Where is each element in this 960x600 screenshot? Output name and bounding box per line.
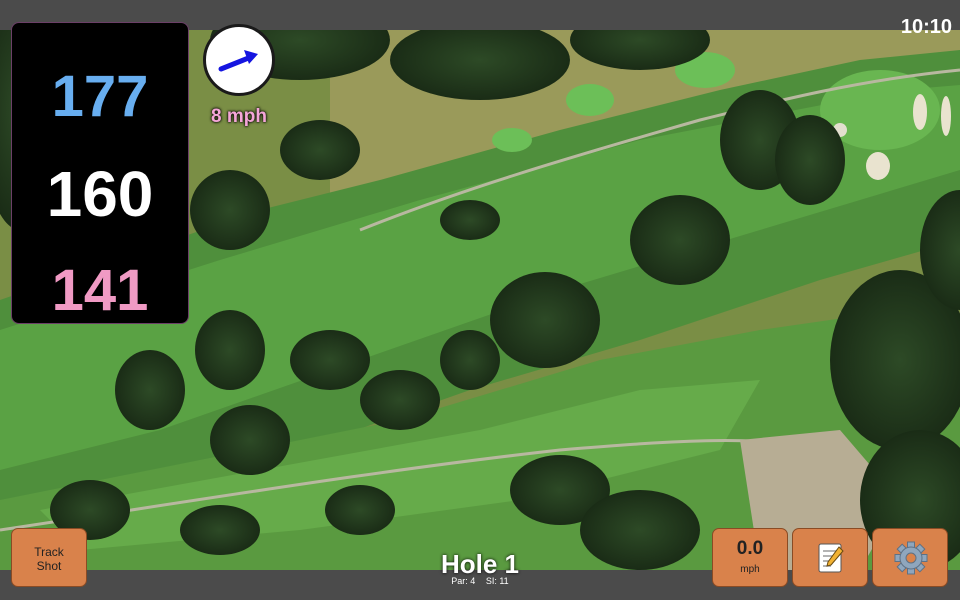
wind-speed-label: 8 mph bbox=[211, 106, 267, 127]
gear-icon bbox=[894, 541, 928, 575]
wind-direction-dial bbox=[203, 24, 275, 96]
wind-arrow-icon bbox=[218, 50, 258, 72]
center-distance: 160 bbox=[46, 158, 154, 230]
track-shot-button[interactable]: Track Shot bbox=[11, 528, 87, 587]
memo-icon bbox=[818, 543, 844, 573]
track-shot-label-line2: Shot bbox=[36, 559, 62, 573]
speed-button[interactable]: 0.0 mph bbox=[712, 528, 788, 587]
settings-button[interactable] bbox=[872, 528, 948, 587]
hole-par: Par: 4 bbox=[451, 576, 476, 586]
speed-value: 0.0 bbox=[736, 538, 764, 559]
scorecard-notes-button[interactable] bbox=[792, 528, 868, 587]
hole-stroke-index: SI: 11 bbox=[485, 576, 509, 586]
back-distance: 177 bbox=[51, 64, 149, 129]
speed-unit: mph bbox=[740, 564, 760, 575]
track-shot-label-line1: Track bbox=[34, 545, 64, 559]
front-distance: 141 bbox=[51, 258, 149, 323]
clock-time: 10:10 bbox=[900, 16, 952, 38]
distance-panel: 177 160 141 bbox=[11, 22, 189, 324]
hole-info: Par: 4 SI: 11 bbox=[380, 576, 580, 586]
